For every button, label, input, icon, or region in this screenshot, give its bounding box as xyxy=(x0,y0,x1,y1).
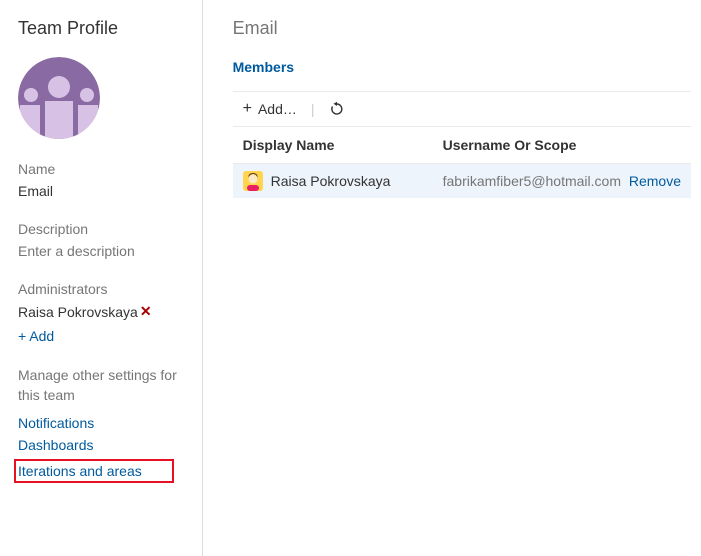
dashboards-link[interactable]: Dashboards xyxy=(18,437,184,453)
column-username[interactable]: Username Or Scope xyxy=(443,137,621,153)
team-avatar xyxy=(18,57,100,139)
iterations-highlight: Iterations and areas xyxy=(14,459,174,483)
settings-heading: Manage other settings for this team xyxy=(18,366,184,405)
refresh-icon xyxy=(329,101,345,117)
page-title: Email xyxy=(233,18,691,39)
column-display-name[interactable]: Display Name xyxy=(243,137,443,153)
administrators-label: Administrators xyxy=(18,281,184,297)
add-member-button[interactable]: + Add… xyxy=(243,100,297,118)
member-username: fabrikamfiber5@hotmail.com xyxy=(443,173,621,189)
toolbar-separator: | xyxy=(311,101,315,117)
table-row[interactable]: Raisa Pokrovskaya fabrikamfiber5@hotmail… xyxy=(233,164,691,198)
notifications-link[interactable]: Notifications xyxy=(18,415,184,431)
remove-admin-icon[interactable]: ✕ xyxy=(140,303,152,320)
sidebar-title: Team Profile xyxy=(18,18,184,39)
description-label: Description xyxy=(18,221,184,237)
settings-links: Notifications Dashboards Iterations and … xyxy=(18,415,184,483)
add-administrator-link[interactable]: + Add xyxy=(18,328,184,344)
remove-member-link[interactable]: Remove xyxy=(629,173,681,189)
sidebar: Team Profile Name Email Description Ente… xyxy=(0,0,203,556)
description-placeholder[interactable]: Enter a description xyxy=(18,243,184,259)
column-action xyxy=(621,137,681,153)
members-table: Display Name Username Or Scope Raisa Pok… xyxy=(233,127,691,198)
iterations-link[interactable]: Iterations and areas xyxy=(18,463,142,479)
member-display-name: Raisa Pokrovskaya xyxy=(271,173,391,189)
table-header: Display Name Username Or Scope xyxy=(233,127,691,164)
add-button-label: Add… xyxy=(258,101,297,117)
toolbar: + Add… | xyxy=(233,91,691,127)
tab-bar: Members xyxy=(233,59,691,81)
refresh-button[interactable] xyxy=(329,101,345,117)
tab-members[interactable]: Members xyxy=(233,59,294,81)
administrator-name: Raisa Pokrovskaya xyxy=(18,304,138,320)
plus-icon: + xyxy=(243,100,252,118)
administrator-row: Raisa Pokrovskaya ✕ xyxy=(18,303,184,320)
name-label: Name xyxy=(18,161,184,177)
main-panel: Email Members + Add… | Display Name User… xyxy=(203,0,701,556)
member-avatar-icon xyxy=(243,171,263,191)
name-value[interactable]: Email xyxy=(18,183,184,199)
